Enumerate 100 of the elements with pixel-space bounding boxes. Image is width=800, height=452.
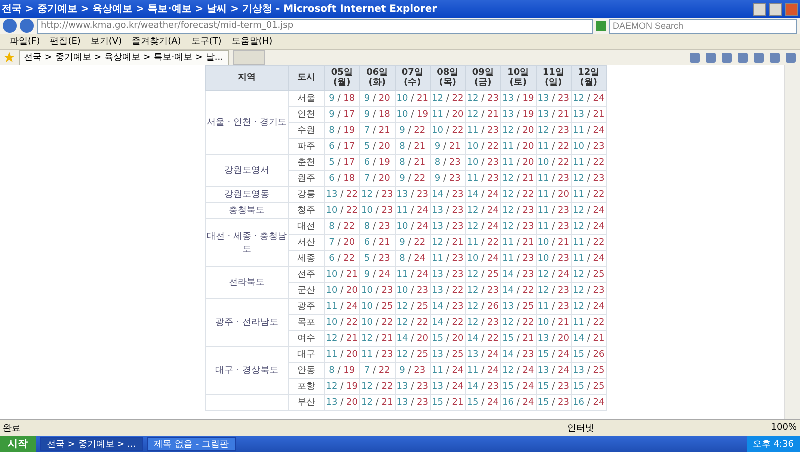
city-cell: 전주 (288, 266, 324, 282)
address-field[interactable]: http://www.kma.go.kr/weather/forecast/mid-term_01.jsp (37, 18, 593, 34)
menu-item[interactable]: 도구(T) (191, 35, 222, 48)
temperature-cell: 10 / 21 (536, 234, 572, 250)
menu-item[interactable]: 도움말(H) (232, 35, 273, 48)
temperature-cell: 12 / 20 (500, 122, 536, 138)
temperature-cell: 12 / 23 (466, 282, 501, 298)
temperature-cell: 12 / 25 (571, 266, 606, 282)
temperature-cell: 10 / 21 (324, 266, 360, 282)
temperature-cell: 13 / 20 (536, 330, 572, 346)
taskbar-window-button[interactable]: 전국 > 중기예보 > ... (40, 437, 144, 451)
temperature-cell: 6 / 18 (324, 170, 360, 186)
temperature-cell: 12 / 25 (466, 266, 501, 282)
temperature-cell: 11 / 20 (536, 186, 572, 202)
column-header: 12일 (월) (571, 66, 606, 90)
taskbar-window-button[interactable]: 제목 없음 - 그림판 (147, 437, 236, 451)
temperature-cell: 13 / 24 (536, 362, 572, 378)
temperature-cell: 13 / 24 (466, 346, 501, 362)
temperature-cell: 8 / 23 (360, 218, 395, 234)
temperature-cell: 10 / 22 (536, 154, 572, 170)
city-cell: 강릉 (288, 186, 324, 202)
temperature-cell: 11 / 22 (571, 234, 606, 250)
temperature-cell: 10 / 21 (395, 90, 430, 106)
temperature-cell: 13 / 23 (430, 202, 466, 218)
temperature-cell: 12 / 22 (500, 314, 536, 330)
temperature-cell: 15 / 25 (571, 378, 606, 394)
temperature-cell: 10 / 22 (324, 314, 360, 330)
temperature-cell: 11 / 22 (466, 234, 501, 250)
temperature-cell: 8 / 22 (324, 218, 360, 234)
column-header: 11일 (일) (536, 66, 572, 90)
temperature-cell: 9 / 22 (395, 170, 430, 186)
vertical-scrollbar[interactable] (784, 65, 800, 419)
temperature-cell: 9 / 24 (360, 266, 395, 282)
temperature-cell: 10 / 23 (395, 282, 430, 298)
temperature-cell: 6 / 19 (360, 154, 395, 170)
temperature-cell: 13 / 23 (536, 90, 572, 106)
city-cell: 부산 (288, 394, 324, 410)
menu-item[interactable]: 파일(F) (10, 35, 40, 48)
temperature-cell: 10 / 22 (324, 202, 360, 218)
column-header: 10일 (토) (500, 66, 536, 90)
city-cell: 서산 (288, 234, 324, 250)
menu-item[interactable]: 편집(E) (50, 35, 81, 48)
temperature-cell: 11 / 23 (430, 250, 466, 266)
temperature-cell: 8 / 19 (324, 362, 360, 378)
temperature-cell: 12 / 22 (360, 378, 395, 394)
temperature-cell: 13 / 25 (571, 362, 606, 378)
temperature-cell: 12 / 24 (571, 218, 606, 234)
temperature-cell: 10 / 24 (395, 218, 430, 234)
temperature-cell: 11 / 24 (571, 122, 606, 138)
temperature-cell: 15 / 26 (571, 346, 606, 362)
temperature-cell: 11 / 22 (571, 154, 606, 170)
temperature-cell: 11 / 23 (536, 218, 572, 234)
temperature-cell: 10 / 25 (360, 298, 395, 314)
search-field[interactable]: DAEMON Search (609, 18, 797, 34)
temperature-cell: 11 / 24 (466, 362, 501, 378)
temperature-cell: 10 / 19 (395, 106, 430, 122)
menu-item[interactable]: 보기(V) (90, 35, 122, 48)
city-cell: 포항 (288, 378, 324, 394)
temperature-cell: 10 / 23 (360, 282, 395, 298)
temperature-cell: 13 / 23 (430, 218, 466, 234)
region-cell: 서울 · 인천 · 경기도 (206, 90, 288, 154)
city-cell: 안동 (288, 362, 324, 378)
temperature-cell: 9 / 22 (395, 234, 430, 250)
temperature-cell: 8 / 21 (395, 138, 430, 154)
temperature-cell: 10 / 21 (536, 314, 572, 330)
temperature-cell: 14 / 23 (466, 378, 501, 394)
temperature-cell: 12 / 23 (466, 90, 501, 106)
region-cell: 대구 · 경상북도 (206, 346, 288, 394)
column-header: 도시 (288, 66, 324, 90)
city-cell: 춘천 (288, 154, 324, 170)
temperature-cell: 9 / 22 (395, 122, 430, 138)
temperature-cell: 15 / 24 (466, 394, 501, 410)
temperature-cell: 9 / 20 (360, 90, 395, 106)
temperature-cell: 5 / 17 (324, 154, 360, 170)
temperature-cell: 12 / 23 (500, 202, 536, 218)
temperature-cell: 11 / 23 (466, 122, 501, 138)
temperature-cell: 9 / 23 (430, 170, 466, 186)
column-header: 06일 (화) (360, 66, 395, 90)
temperature-cell: 14 / 22 (430, 314, 466, 330)
region-cell: 광주 · 전라남도 (206, 298, 288, 346)
column-header: 07일 (수) (395, 66, 430, 90)
column-header: 지역 (206, 66, 288, 90)
temperature-cell: 9 / 17 (324, 106, 360, 122)
temperature-cell: 14 / 23 (500, 266, 536, 282)
city-cell: 목포 (288, 314, 324, 330)
temperature-cell: 11 / 20 (500, 138, 536, 154)
temperature-cell: 12 / 25 (395, 298, 430, 314)
menu-item[interactable]: 즐겨찾기(A) (132, 35, 182, 48)
temperature-cell: 11 / 22 (571, 186, 606, 202)
temperature-cell: 11 / 20 (500, 154, 536, 170)
temperature-cell: 10 / 23 (466, 154, 501, 170)
favorites-star-icon[interactable] (4, 52, 15, 63)
temperature-cell: 15 / 23 (536, 394, 572, 410)
temperature-cell: 12 / 24 (571, 90, 606, 106)
browser-tab[interactable]: 전국 > 중기예보 > 육상예보 > 특보·예보 > 날... (19, 50, 228, 66)
zoom-level[interactable]: 100% (771, 423, 797, 433)
temperature-cell: 12 / 24 (536, 266, 572, 282)
start-button[interactable]: 시작 (0, 436, 36, 452)
temperature-cell: 12 / 22 (500, 186, 536, 202)
temperature-cell: 14 / 23 (430, 298, 466, 314)
